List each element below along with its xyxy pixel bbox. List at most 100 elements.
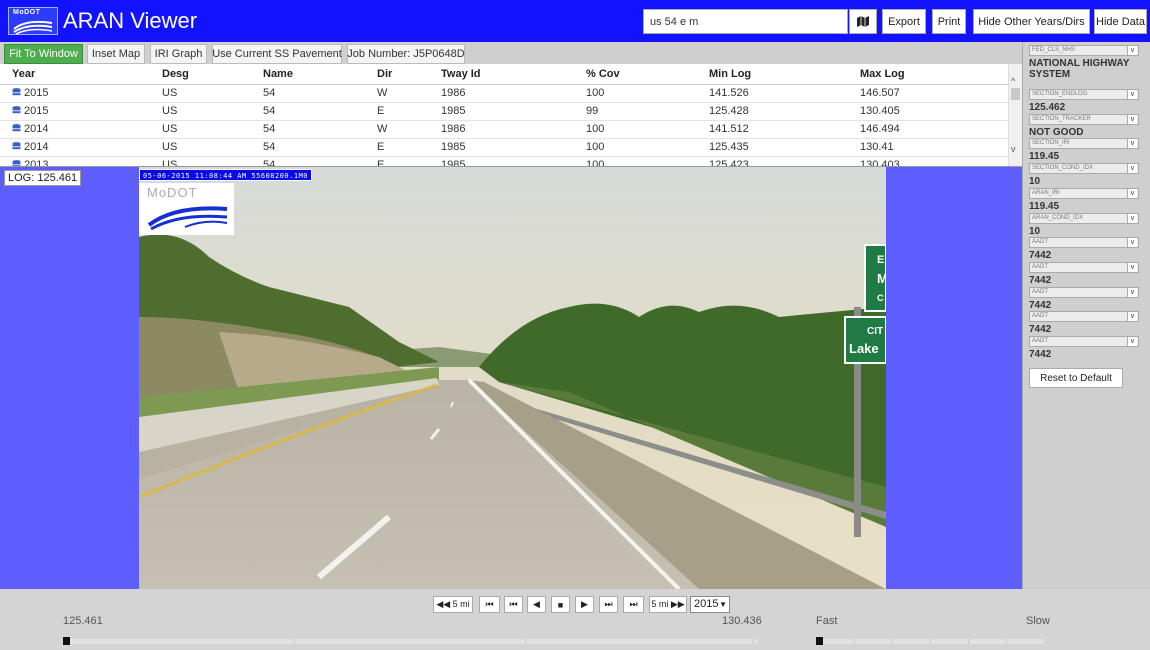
reset-to-default-button[interactable]: Reset to Default bbox=[1029, 368, 1123, 388]
attribute-select[interactable]: ARAN_COND_IDX v bbox=[1029, 212, 1139, 224]
forward-5mi-button[interactable]: 5 mi ▶▶ bbox=[649, 596, 687, 613]
header-pct-cov[interactable]: % Cov bbox=[574, 64, 697, 85]
attribute-select-label: SECTION_COND_IDX bbox=[1032, 165, 1094, 172]
attribute-select[interactable]: SECTION_ENDLOG v bbox=[1029, 89, 1139, 100]
cell-min-log: 125.423 bbox=[697, 156, 848, 166]
table-header-row: Year Desg Name Dir Tway Id % Cov Min Log… bbox=[0, 64, 1008, 85]
iri-graph-button[interactable]: IRI Graph bbox=[150, 44, 207, 64]
hide-other-years-button[interactable]: Hide Other Years/Dirs bbox=[973, 9, 1090, 34]
cell-max-log: 130.403 bbox=[848, 156, 1008, 167]
table-row[interactable]: 2014 US 54 E 1985 100 125.435 130.41 bbox=[0, 138, 1008, 157]
cell-desg: US bbox=[150, 156, 251, 166]
database-icon bbox=[12, 124, 21, 132]
attribute-select[interactable]: AADT v bbox=[1029, 286, 1139, 298]
speed-slider-handle[interactable] bbox=[816, 637, 823, 645]
header-desg[interactable]: Desg bbox=[150, 64, 251, 85]
attribute-select[interactable]: ARAN_IRI v bbox=[1029, 187, 1139, 199]
back-5mi-button[interactable]: ◀◀ 5 mi bbox=[433, 596, 473, 613]
table-row[interactable]: 2015 US 54 W 1986 100 141.526 146.507 bbox=[0, 84, 1008, 103]
scroll-up-icon[interactable]: ^ bbox=[1011, 76, 1015, 86]
cell-cov: 100 bbox=[574, 138, 697, 157]
cell-text: 99 bbox=[586, 105, 599, 117]
chevron-down-icon: ▼ bbox=[719, 600, 727, 609]
chevron-down-icon: v bbox=[1127, 312, 1137, 322]
log-position-slider[interactable] bbox=[63, 639, 758, 644]
cell-text: 1986 bbox=[441, 123, 466, 135]
speed-slider[interactable] bbox=[816, 639, 1046, 644]
sign-text-3: C bbox=[877, 293, 884, 303]
search-input[interactable] bbox=[643, 9, 848, 34]
chevron-down-icon: v bbox=[1127, 238, 1137, 248]
cell-min-log: 141.512 bbox=[697, 120, 848, 139]
play-button[interactable]: ▶ bbox=[575, 596, 594, 613]
scroll-down-icon[interactable]: v bbox=[1011, 144, 1016, 154]
stop-button[interactable]: ■ bbox=[551, 596, 570, 613]
table-scrollbar[interactable]: ^ v bbox=[1008, 64, 1022, 166]
log-slider-handle[interactable] bbox=[63, 637, 70, 645]
cell-text: E bbox=[377, 159, 385, 167]
table-row[interactable]: 2015 US 54 E 1985 99 125.428 130.405 bbox=[0, 102, 1008, 121]
header-min-log[interactable]: Min Log bbox=[697, 64, 848, 85]
attribute-select[interactable]: FED_CLS_NHS v bbox=[1029, 45, 1139, 56]
cell-tway-id: 1985 bbox=[429, 138, 574, 157]
hide-data-button[interactable]: Hide Data bbox=[1094, 9, 1147, 34]
header-max-log[interactable]: Max Log bbox=[848, 64, 1008, 85]
attribute-field: AADT v 7442 bbox=[1029, 311, 1139, 335]
sign-text-2: M bbox=[877, 271, 886, 286]
attribute-select[interactable]: SECTION_IRI v bbox=[1029, 138, 1139, 150]
attribute-select-label: ARAN_COND_IDX bbox=[1032, 214, 1084, 221]
chevron-down-icon: v bbox=[1127, 90, 1137, 99]
job-number-tab[interactable]: Job Number: J5P0648D bbox=[347, 44, 465, 64]
cell-tway-id: 1986 bbox=[429, 84, 574, 103]
cell-text: 54 bbox=[263, 123, 276, 135]
header-tway-id[interactable]: Tway Id bbox=[429, 64, 574, 85]
table-row[interactable]: 2013 US 54 E 1985 100 125.423 130.403 bbox=[0, 156, 1008, 167]
chevron-down-icon: v bbox=[1127, 287, 1137, 297]
cell-text: 146.494 bbox=[860, 123, 900, 135]
print-button[interactable]: Print bbox=[932, 9, 966, 34]
attribute-value: NATIONAL HIGHWAY SYSTEM bbox=[1029, 58, 1130, 80]
inset-map-button[interactable]: Inset Map bbox=[87, 44, 145, 64]
attribute-select-label: ARAN_IRI bbox=[1032, 189, 1060, 196]
cell-text: W bbox=[377, 87, 388, 99]
header-dir[interactable]: Dir bbox=[365, 64, 429, 85]
use-ss-pavement-button[interactable]: Use Current SS Pavement bbox=[212, 44, 342, 64]
attribute-select[interactable]: AADT v bbox=[1029, 336, 1139, 347]
header-year[interactable]: Year bbox=[0, 64, 150, 85]
attribute-select[interactable]: AADT v bbox=[1029, 261, 1139, 273]
chevron-down-icon: v bbox=[1127, 164, 1137, 174]
prev-frame-button[interactable]: ⏮ bbox=[504, 596, 523, 613]
scroll-thumb[interactable] bbox=[1011, 88, 1020, 100]
cell-max-log: 146.494 bbox=[848, 120, 1008, 139]
road-photo[interactable]: E M C CIT Lake bbox=[139, 167, 886, 589]
cell-text: 54 bbox=[263, 141, 276, 153]
cell-year: 2014 bbox=[0, 120, 150, 139]
aran-viewer-app: MoDOT ARAN Viewer Export Print Hide Othe… bbox=[0, 0, 1150, 650]
cell-cov: 99 bbox=[574, 102, 697, 121]
attribute-select[interactable]: SECTION_TRACKER v bbox=[1029, 113, 1139, 125]
last-frame-button[interactable]: ⏭ bbox=[623, 596, 644, 613]
cell-text: 54 bbox=[263, 105, 276, 117]
next-frame-button[interactable]: ⏭ bbox=[599, 596, 618, 613]
cell-text: 130.403 bbox=[860, 159, 900, 167]
cell-text: 125.435 bbox=[709, 141, 749, 153]
attribute-select[interactable]: SECTION_COND_IDX v bbox=[1029, 163, 1139, 175]
step-back-button[interactable]: ◀ bbox=[527, 596, 546, 613]
cell-name: 54 bbox=[251, 102, 365, 121]
year-select[interactable]: 2015 ▼ bbox=[690, 596, 730, 613]
attribute-select[interactable]: AADT v bbox=[1029, 311, 1139, 323]
map-button[interactable] bbox=[849, 9, 877, 34]
attribute-select[interactable]: AADT v bbox=[1029, 237, 1139, 249]
table-row[interactable]: 2014 US 54 W 1986 100 141.512 146.494 bbox=[0, 120, 1008, 139]
map-icon bbox=[857, 16, 869, 27]
first-frame-button[interactable]: ⏮ bbox=[479, 596, 500, 613]
attribute-select-label: AADT bbox=[1032, 263, 1049, 270]
modot-logo: MoDOT bbox=[8, 7, 58, 35]
fit-to-window-button[interactable]: Fit To Window bbox=[4, 44, 83, 64]
attribute-value: 7442 bbox=[1029, 299, 1052, 311]
cell-text: 100 bbox=[586, 159, 605, 167]
photo-timestamp: 05-06-2015 11:08:44 AM 55608200.1M0 bbox=[139, 169, 313, 181]
export-button[interactable]: Export bbox=[882, 9, 926, 34]
cell-text: 54 bbox=[263, 87, 276, 99]
header-name[interactable]: Name bbox=[251, 64, 365, 85]
